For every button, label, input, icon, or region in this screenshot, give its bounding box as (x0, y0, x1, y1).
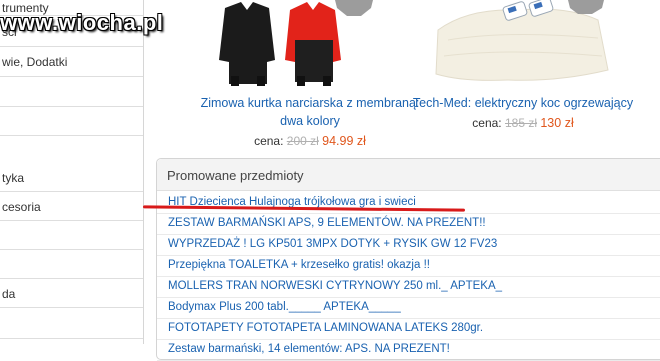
sidebar-item[interactable]: wie, Dodatki (0, 48, 143, 77)
new-price: 130 zł (540, 116, 574, 130)
product-title-link[interactable]: Tech-Med: elektryczny koc ogrzewający (408, 94, 638, 112)
sidebar-item-label: cesoria (2, 199, 41, 214)
list-item: Bodymax Plus 200 tabl._____ APTEKA_____ (157, 298, 660, 319)
product-price: cena: 185 zł 130 zł (408, 116, 638, 130)
promoted-item-link[interactable]: MOLLERS TRAN NORWESKI CYTRYNOWY 250 ml._… (168, 280, 502, 292)
sidebar-item[interactable] (0, 309, 143, 339)
list-item: Zestaw barmański, 14 elementów: APS. NA … (157, 340, 660, 361)
product-card: Zimowa kurtka narciarska z membraną: dwa… (195, 0, 425, 148)
promoted-items-header: Promowane przedmioty (157, 159, 660, 191)
sidebar-item[interactable]: tyka (0, 164, 143, 192)
product-card: Tech-Med: elektryczny koc ogrzewający ce… (408, 0, 638, 130)
old-price: 185 zł (504, 116, 538, 130)
price-label: cena: (472, 116, 502, 130)
product-image[interactable] (195, 0, 425, 90)
list-item: WYPRZEDAŻ ! LG KP501 3MPX DOTYK + RYSIK … (157, 235, 660, 256)
list-item: MOLLERS TRAN NORWESKI CYTRYNOWY 250 ml._… (157, 277, 660, 298)
promoted-items-list: HIT Dziecienca Hulajnoga trójkołowa gra … (157, 193, 660, 361)
sidebar-item-label: wie, Dodatki (2, 55, 68, 69)
sidebar-item-label: da (2, 286, 16, 301)
list-item: Przepiękna TOALETKA + krzesełko gratis! … (157, 256, 660, 277)
sidebar-item[interactable]: cesoria (0, 193, 143, 221)
sidebar-item[interactable] (0, 251, 143, 279)
price-label: cena: (254, 134, 284, 148)
sidebar-item[interactable] (0, 222, 143, 250)
promoted-item-link[interactable]: Zestaw barmański, 14 elementów: APS. NA … (168, 343, 450, 355)
old-price: 200 zł (286, 134, 319, 148)
category-sidebar: trumenty ści wie, Dodatki tyka cesoria d… (0, 0, 144, 344)
promoted-items-box: Promowane przedmioty HIT Dziecienca Hula… (156, 158, 660, 361)
main-content: Zimowa kurtka narciarska z membraną: dwa… (150, 0, 660, 361)
product-price: cena: 200 zł 94.99 zł (195, 134, 425, 148)
promoted-item-link[interactable]: Bodymax Plus 200 tabl._____ APTEKA_____ (168, 301, 401, 313)
list-item: ZESTAW BARMAŃSKI APS, 9 ELEMENTÓW. NA PR… (157, 214, 660, 235)
product-image[interactable] (408, 0, 638, 90)
new-price: 94.99 zł (322, 134, 366, 148)
promoted-item-link[interactable]: Przepiękna TOALETKA + krzesełko gratis! … (168, 259, 430, 271)
blanket-image (435, 0, 609, 81)
product-title-link[interactable]: Zimowa kurtka narciarska z membraną: dwa… (195, 94, 425, 130)
sidebar-item-label: tyka (2, 170, 25, 185)
promoted-items-title: Promowane przedmioty (167, 168, 304, 183)
sidebar-item[interactable] (0, 108, 143, 136)
sidebar-item[interactable] (0, 78, 143, 107)
sidebar-item[interactable]: da (0, 280, 143, 308)
promoted-item-link[interactable]: WYPRZEDAŻ ! LG KP501 3MPX DOTYK + RYSIK … (168, 238, 497, 250)
promoted-item-link[interactable]: FOTOTAPETY FOTOTAPETA LAMINOWANA LATEKS … (168, 322, 483, 334)
jacket-image (219, 0, 373, 86)
promoted-item-link[interactable]: ZESTAW BARMAŃSKI APS, 9 ELEMENTÓW. NA PR… (168, 217, 486, 229)
list-item: FOTOTAPETY FOTOTAPETA LAMINOWANA LATEKS … (157, 319, 660, 340)
watermark-logo: www.wiocha.pl (0, 10, 164, 35)
